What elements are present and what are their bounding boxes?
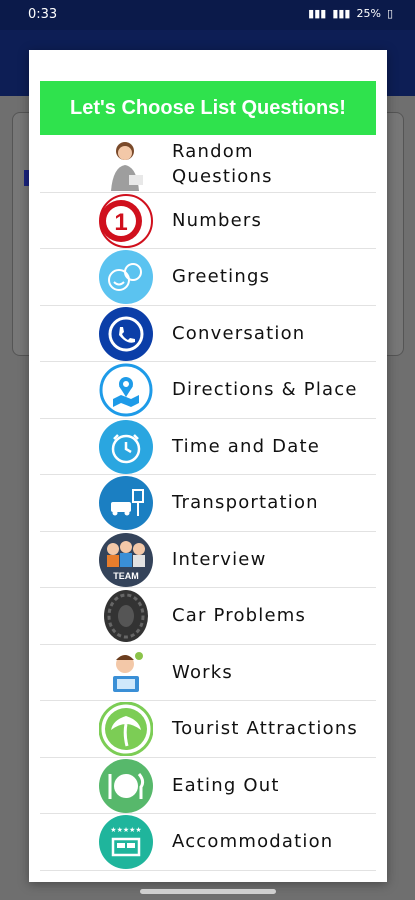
item-label: Numbers <box>172 209 263 231</box>
team-icon: TEAM <box>98 532 154 587</box>
worker-laptop-icon <box>98 645 154 700</box>
list-item-time-and-date[interactable]: Time and Date <box>40 419 376 475</box>
list-item-accommodation[interactable]: ★★★★★ Accommodation <box>40 814 376 871</box>
palm-tree-icon <box>98 702 154 756</box>
item-label: Greetings <box>172 266 271 288</box>
item-label: Directions & Place <box>172 379 358 401</box>
list-item-tourist-attractions[interactable]: Tourist Attractions <box>40 701 376 758</box>
item-label: Tourist Attractions <box>172 718 359 740</box>
woman-avatar-icon <box>98 137 154 191</box>
list-item-numbers[interactable]: 1 Numbers <box>40 193 376 249</box>
car-sign-icon <box>98 476 154 530</box>
item-label: Conversation <box>172 322 306 344</box>
item-label: Transportation <box>172 492 319 514</box>
battery-icon: ▯ <box>386 7 393 20</box>
svg-text:TEAM: TEAM <box>113 571 139 581</box>
phone-call-icon <box>98 306 154 361</box>
chat-smile-icon <box>98 250 154 304</box>
item-label: Time and Date <box>172 435 320 457</box>
item-label: Random Questions <box>172 140 273 187</box>
status-bar: 0:33 ▮▮▮ ▮▮▮ 25% ▯ <box>0 0 415 30</box>
list-item-conversation[interactable]: Conversation <box>40 306 376 362</box>
list-item-works[interactable]: Works <box>40 645 376 701</box>
question-list: Random Questions 1 Numbers Greetings Con… <box>40 136 376 871</box>
list-item-interview[interactable]: TEAM Interview <box>40 532 376 588</box>
svg-text:★★★★★: ★★★★★ <box>110 826 141 834</box>
item-label: Accommodation <box>172 831 334 853</box>
plate-cutlery-icon <box>98 758 154 813</box>
battery-percent: 25% <box>356 7 381 20</box>
item-label: Eating Out <box>172 774 280 796</box>
tire-icon <box>98 589 154 643</box>
number-one-icon: 1 <box>98 193 154 248</box>
list-item-car-problems[interactable]: Car Problems <box>40 588 376 645</box>
dialog-title: Let's Choose List Questions! <box>70 96 346 119</box>
item-label: Works <box>172 661 233 683</box>
list-item-greetings[interactable]: Greetings <box>40 249 376 306</box>
dialog-header: Let's Choose List Questions! <box>40 81 376 135</box>
list-item-directions-place[interactable]: Directions & Place <box>40 362 376 419</box>
svg-text:1: 1 <box>114 209 127 236</box>
status-icons: ▮▮▮ ▮▮▮ 25% ▯ <box>308 7 393 20</box>
signal-icon: ▮▮▮ <box>308 7 327 20</box>
item-label: Car Problems <box>172 605 307 627</box>
question-list-dialog: Let's Choose List Questions! Random Ques… <box>29 50 387 882</box>
hotel-bed-icon: ★★★★★ <box>98 815 154 869</box>
signal-icon-2: ▮▮▮ <box>332 7 351 20</box>
gesture-navigation-bar[interactable] <box>140 889 276 894</box>
list-item-random-questions[interactable]: Random Questions <box>40 136 376 193</box>
list-item-eating-out[interactable]: Eating Out <box>40 758 376 814</box>
item-label: Interview <box>172 548 267 570</box>
alarm-clock-icon <box>98 419 154 474</box>
list-item-transportation[interactable]: Transportation <box>40 475 376 532</box>
map-pin-icon <box>98 363 154 417</box>
status-time: 0:33 <box>28 7 58 22</box>
